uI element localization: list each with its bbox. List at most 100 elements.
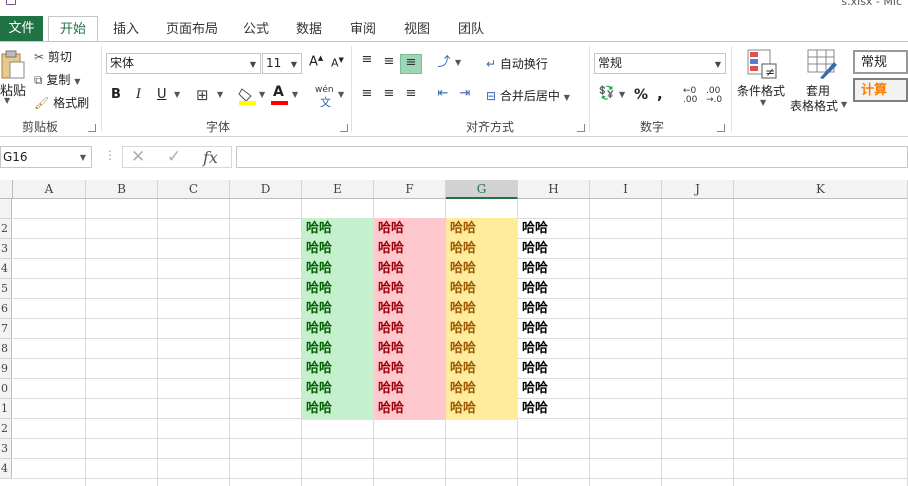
- fill-color-icon[interactable]: [238, 86, 258, 106]
- format-painter-button[interactable]: 🖌 格式刷: [34, 94, 89, 111]
- cell-g[interactable]: 哈哈: [446, 299, 518, 319]
- row-header[interactable]: 2: [0, 219, 12, 239]
- format-as-table-icon[interactable]: [806, 48, 838, 80]
- cell-e[interactable]: 哈哈: [302, 299, 374, 319]
- cell-e[interactable]: 哈哈: [302, 399, 374, 419]
- column-header-i[interactable]: I: [590, 180, 662, 199]
- increase-indent-icon[interactable]: ⇥: [455, 86, 475, 101]
- increase-decimal-icon[interactable]: ←0.00: [683, 87, 697, 105]
- cell-e[interactable]: 哈哈: [302, 239, 374, 259]
- cell-h[interactable]: 哈哈: [518, 339, 590, 359]
- column-header-g[interactable]: G: [446, 180, 518, 199]
- cell-e[interactable]: 哈哈: [302, 319, 374, 339]
- cell-e[interactable]: 哈哈: [302, 359, 374, 379]
- paste-dropdown-icon[interactable]: ▼: [4, 96, 10, 105]
- enter-icon[interactable]: ✓: [167, 147, 181, 167]
- tab-view[interactable]: 视图: [396, 17, 438, 42]
- row-header[interactable]: 5: [0, 279, 12, 299]
- font-color-button[interactable]: A: [273, 84, 284, 100]
- number-format-select[interactable]: 常规 ▼: [594, 53, 726, 74]
- cut-button[interactable]: ✂ 剪切: [34, 48, 72, 65]
- tab-file[interactable]: 文件: [0, 16, 43, 42]
- cell-g[interactable]: 哈哈: [446, 279, 518, 299]
- font-name-select[interactable]: 宋体 ▼: [106, 53, 261, 74]
- copy-button[interactable]: ⧉ 复制 ▼: [34, 71, 80, 88]
- cell-g[interactable]: 哈哈: [446, 239, 518, 259]
- number-launcher-icon[interactable]: [717, 124, 725, 132]
- conditional-dropdown-icon[interactable]: ▼: [760, 98, 766, 107]
- decrease-indent-icon[interactable]: ⇤: [433, 86, 453, 101]
- underline-button[interactable]: U: [157, 87, 167, 102]
- percent-button[interactable]: %: [634, 87, 648, 103]
- row-header[interactable]: 6: [0, 299, 12, 319]
- cancel-icon[interactable]: ✕: [131, 147, 145, 167]
- row-header[interactable]: 9: [0, 359, 12, 379]
- cell-e[interactable]: 哈哈: [302, 339, 374, 359]
- column-header-d[interactable]: D: [230, 180, 302, 199]
- row-header[interactable]: 7: [0, 319, 12, 339]
- row-header[interactable]: 8: [0, 339, 12, 359]
- align-bottom-icon[interactable]: ≡: [400, 54, 422, 74]
- column-header-j[interactable]: J: [662, 180, 734, 199]
- cell-g[interactable]: 哈哈: [446, 259, 518, 279]
- cell-f[interactable]: 哈哈: [374, 239, 446, 259]
- cell-f[interactable]: 哈哈: [374, 279, 446, 299]
- grow-font-button[interactable]: A▲: [309, 54, 323, 69]
- cell-f[interactable]: 哈哈: [374, 379, 446, 399]
- fill-color-dropdown-icon[interactable]: ▼: [259, 90, 265, 99]
- cell-f[interactable]: 哈哈: [374, 339, 446, 359]
- currency-dropdown-icon[interactable]: ▼: [619, 90, 625, 99]
- cell-h[interactable]: 哈哈: [518, 319, 590, 339]
- copy-dropdown-icon[interactable]: ▼: [74, 77, 80, 86]
- borders-icon[interactable]: ⊞: [196, 86, 209, 104]
- row-header[interactable]: [0, 199, 12, 219]
- format-as-table-line2[interactable]: 表格格式: [790, 97, 838, 114]
- table-dropdown-icon[interactable]: ▼: [841, 100, 847, 109]
- font-launcher-icon[interactable]: [340, 124, 348, 132]
- select-all-corner[interactable]: [0, 180, 13, 199]
- wrap-text-button[interactable]: ↵ 自动换行: [486, 55, 548, 72]
- cell-e[interactable]: 哈哈: [302, 379, 374, 399]
- cell-g[interactable]: 哈哈: [446, 359, 518, 379]
- comma-button[interactable]: ,: [657, 85, 663, 103]
- cell-e[interactable]: 哈哈: [302, 279, 374, 299]
- alignment-launcher-icon[interactable]: [577, 124, 585, 132]
- style-calculation[interactable]: 计算: [853, 78, 908, 102]
- tab-formulas[interactable]: 公式: [236, 17, 276, 42]
- cell-g[interactable]: 哈哈: [446, 219, 518, 239]
- currency-icon[interactable]: 💱: [597, 86, 617, 101]
- cell-g[interactable]: 哈哈: [446, 339, 518, 359]
- cell-h[interactable]: 哈哈: [518, 219, 590, 239]
- tab-team[interactable]: 团队: [450, 17, 492, 42]
- tab-page-layout[interactable]: 页面布局: [160, 17, 224, 42]
- cell-h[interactable]: 哈哈: [518, 279, 590, 299]
- paste-icon[interactable]: [0, 50, 26, 80]
- font-color-dropdown-icon[interactable]: ▼: [292, 90, 298, 99]
- bold-button[interactable]: B: [111, 87, 121, 102]
- align-top-icon[interactable]: ≡: [358, 52, 376, 67]
- cell-h[interactable]: 哈哈: [518, 399, 590, 419]
- cell-f[interactable]: 哈哈: [374, 359, 446, 379]
- align-center-icon[interactable]: ≡: [380, 86, 398, 101]
- column-header-k[interactable]: K: [734, 180, 908, 199]
- borders-dropdown-icon[interactable]: ▼: [217, 90, 223, 99]
- column-header-c[interactable]: C: [158, 180, 230, 199]
- decrease-decimal-icon[interactable]: .00 →.0: [706, 87, 722, 105]
- row-header[interactable]: 1: [0, 399, 12, 419]
- column-header-a[interactable]: A: [13, 180, 86, 199]
- style-normal[interactable]: 常规: [853, 50, 908, 74]
- italic-button[interactable]: I: [136, 87, 141, 102]
- orientation-icon[interactable]: ⤴: [434, 51, 454, 70]
- column-header-h[interactable]: H: [518, 180, 590, 199]
- worksheet-grid[interactable]: A B C D E F G H I J K 2 3 4 5 6 7 8 9 0 1 2 3 4 哈哈 哈哈 哈哈 哈哈 哈哈 哈哈 哈哈 哈哈…: [0, 180, 908, 486]
- cell-f[interactable]: 哈哈: [374, 399, 446, 419]
- merge-center-button[interactable]: ⊟ 合并后居中 ▼: [486, 87, 570, 104]
- column-header-e[interactable]: E: [302, 180, 374, 199]
- font-size-select[interactable]: 11 ▼: [262, 53, 302, 74]
- cell-h[interactable]: 哈哈: [518, 239, 590, 259]
- cell-e[interactable]: 哈哈: [302, 259, 374, 279]
- row-header[interactable]: 3: [0, 239, 12, 259]
- row-header[interactable]: 0: [0, 379, 12, 399]
- formula-input[interactable]: [236, 146, 908, 168]
- cell-f[interactable]: 哈哈: [374, 259, 446, 279]
